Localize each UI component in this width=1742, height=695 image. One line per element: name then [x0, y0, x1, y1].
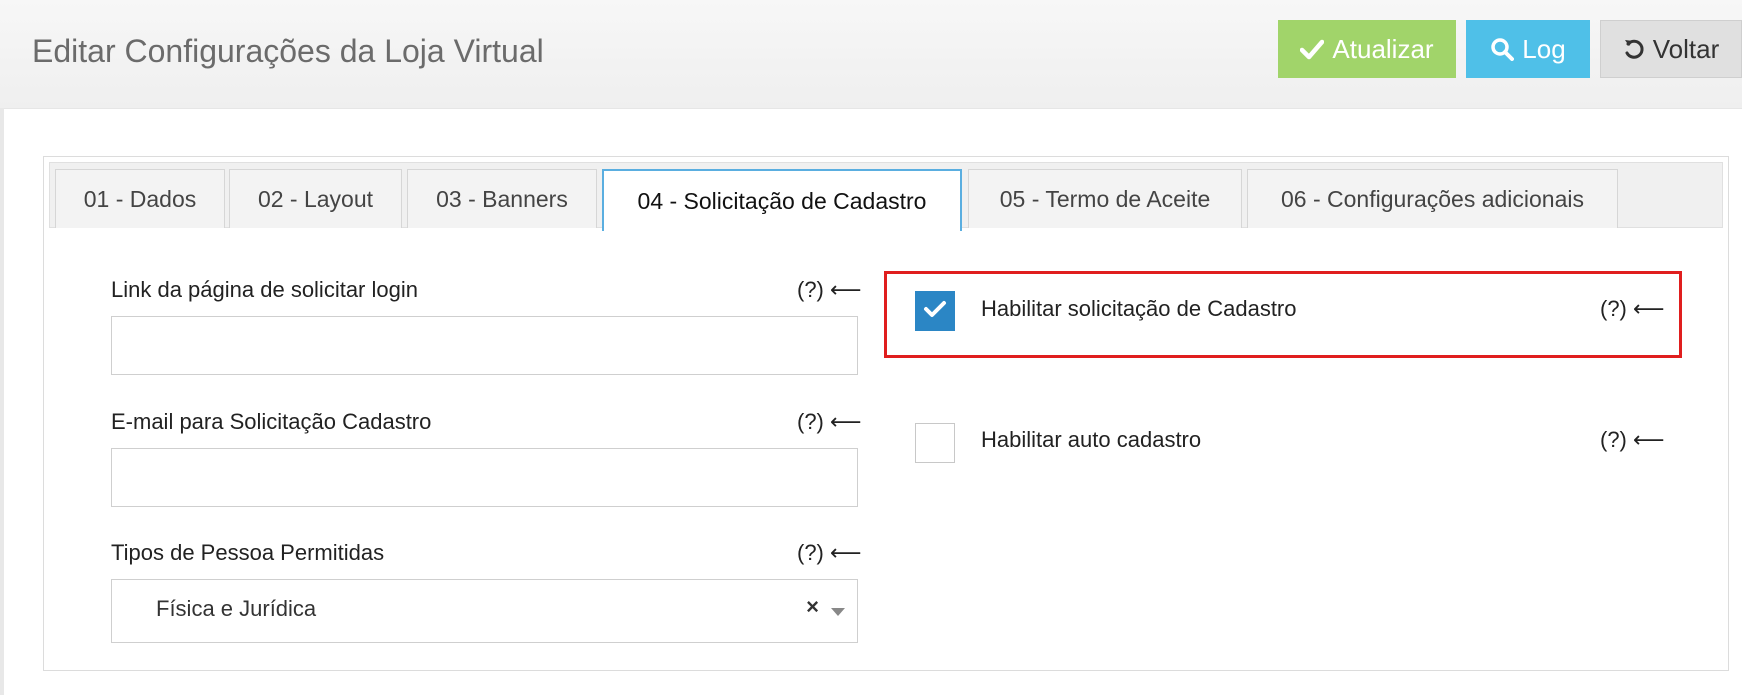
tab-termo-aceite[interactable]: 05 - Termo de Aceite: [968, 169, 1242, 228]
page-title: Editar Configurações da Loja Virtual: [32, 33, 544, 69]
tipos-pessoa-value: Física e Jurídica: [156, 596, 317, 621]
tab-layout[interactable]: 02 - Layout: [229, 169, 402, 228]
undo-icon: [1623, 38, 1645, 60]
tipos-pessoa-help[interactable]: (?) ⟵: [797, 540, 862, 566]
page-header: Editar Configurações da Loja Virtual Atu…: [0, 0, 1742, 109]
tipos-pessoa-label: Tipos de Pessoa Permitidas: [111, 540, 385, 565]
voltar-label: Voltar: [1652, 33, 1720, 64]
log-button[interactable]: Log: [1466, 20, 1590, 78]
habilitar-auto-label: Habilitar auto cadastro: [981, 427, 1202, 452]
tab-dados[interactable]: 01 - Dados: [55, 169, 225, 228]
search-icon: [1490, 37, 1515, 61]
voltar-button[interactable]: Voltar: [1600, 20, 1742, 78]
tab-configuracoes-adicionais[interactable]: 06 - Configurações adicionais: [1247, 169, 1618, 228]
link-login-input[interactable]: [111, 316, 858, 375]
atualizar-button[interactable]: Atualizar: [1278, 20, 1456, 78]
check-icon: [1300, 38, 1325, 60]
email-input[interactable]: [111, 448, 858, 507]
habilitar-solicitacao-checkbox[interactable]: [915, 291, 955, 331]
email-label: E-mail para Solicitação Cadastro: [111, 409, 432, 434]
habilitar-auto-checkbox[interactable]: [915, 423, 955, 463]
link-login-label: Link da página de solicitar login: [111, 277, 418, 302]
left-border: [0, 108, 4, 695]
caret-down-icon[interactable]: [831, 608, 845, 616]
habilitar-solicitacao-help[interactable]: (?) ⟵: [1600, 296, 1665, 322]
tab-solicitacao-cadastro[interactable]: 04 - Solicitação de Cadastro: [602, 169, 962, 231]
habilitar-auto-help[interactable]: (?) ⟵: [1600, 427, 1665, 453]
clear-icon[interactable]: ×: [806, 594, 819, 620]
log-label: Log: [1522, 33, 1566, 64]
check-icon: [923, 299, 947, 324]
tipos-pessoa-select[interactable]: Física e Jurídica ×: [111, 579, 858, 643]
atualizar-label: Atualizar: [1332, 33, 1434, 64]
email-help[interactable]: (?) ⟵: [797, 409, 862, 435]
tab-banners[interactable]: 03 - Banners: [407, 169, 597, 228]
habilitar-solicitacao-label: Habilitar solicitação de Cadastro: [981, 296, 1297, 321]
link-login-help[interactable]: (?) ⟵: [797, 277, 862, 303]
